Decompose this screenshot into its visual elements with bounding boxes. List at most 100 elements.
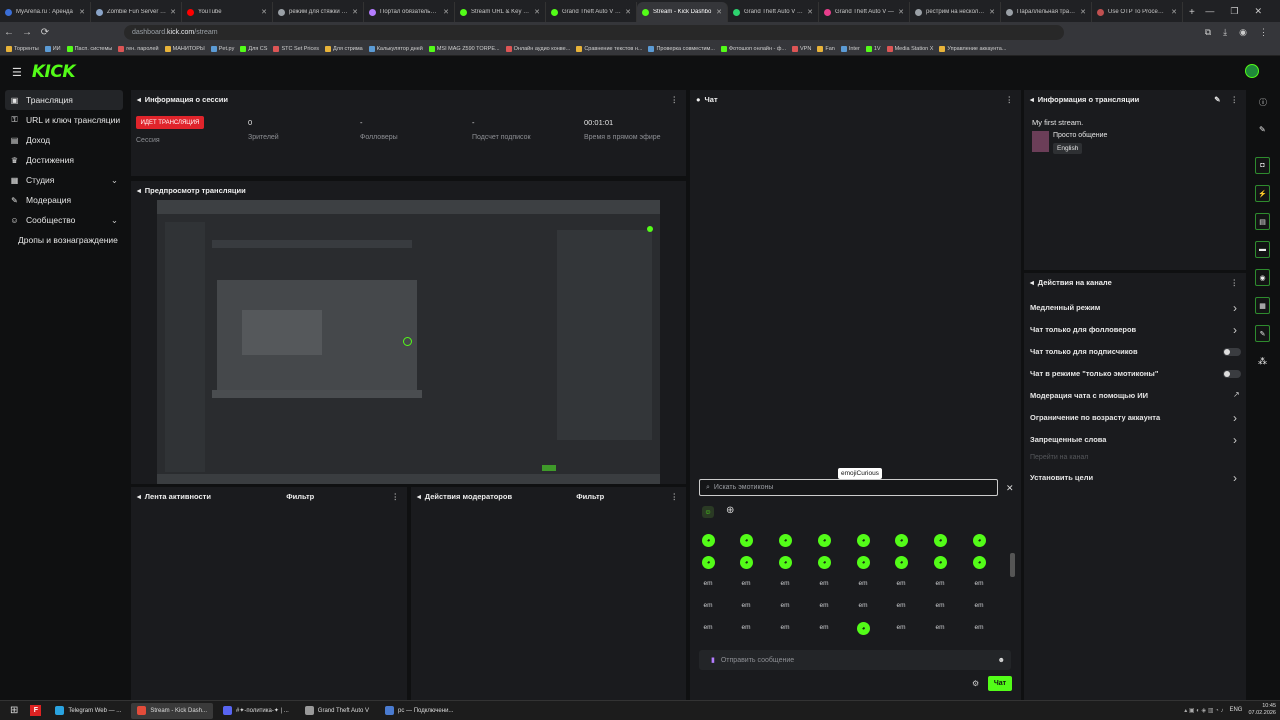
chevron-right-icon[interactable]: ›	[1233, 411, 1237, 425]
emote-icon[interactable]: ◕	[895, 534, 908, 547]
emote-placeholder[interactable]: em	[891, 580, 911, 587]
bookmark-item[interactable]: Фотошоп онлайн - ф...	[720, 45, 786, 52]
bookmark-item[interactable]: Media Station X	[886, 45, 933, 52]
browser-tab[interactable]: Grand Theft Auto V (G ✕	[546, 2, 637, 22]
emote-picker-icon[interactable]: ☻	[998, 657, 1005, 664]
kick-emotes-tab[interactable]: ☺	[702, 506, 714, 518]
more-options-icon[interactable]: ⋮	[1231, 95, 1239, 104]
sidebar-item[interactable]: ▦ Студия ⌄	[0, 170, 128, 190]
tab-close-icon[interactable]: ✕	[989, 8, 995, 16]
download-icon[interactable]: ⤓	[1223, 27, 1227, 38]
emote-placeholder[interactable]: em	[891, 602, 911, 609]
emote-placeholder[interactable]: em	[814, 602, 834, 609]
emote-icon[interactable]: ◕	[934, 556, 947, 569]
emote-placeholder[interactable]: em	[814, 580, 834, 587]
bookmark-item[interactable]: Fan	[817, 45, 835, 52]
tab-close-icon[interactable]: ✕	[716, 8, 722, 16]
chat-message-input[interactable]: ▮ Отправить сообщение ☻	[699, 650, 1011, 670]
send-chat-button[interactable]: Чат	[988, 676, 1012, 691]
info-icon[interactable]: ⓘ	[1259, 97, 1267, 108]
chevron-right-icon[interactable]: ›	[1233, 301, 1237, 315]
channel-action-label[interactable]: Чат только для фолловеров	[1030, 325, 1136, 334]
chevron-icon[interactable]: ◂	[137, 492, 141, 501]
chevron-icon[interactable]: ◂	[137, 95, 141, 104]
sidebar-item[interactable]: Дропы и вознаграждение	[0, 230, 128, 250]
emote-placeholder[interactable]: em	[775, 602, 795, 609]
emote-placeholder[interactable]: em	[853, 580, 873, 587]
tab-close-icon[interactable]: ✕	[1080, 8, 1086, 16]
stream-preview-video[interactable]	[157, 200, 660, 484]
emote-icon[interactable]: ◕	[973, 556, 986, 569]
browser-tab[interactable]: Grand Theft Auto V — ✕	[819, 2, 910, 22]
url-input[interactable]: dashboard. kick.com/stream	[124, 24, 1064, 40]
tab-close-icon[interactable]: ✕	[1171, 8, 1177, 16]
menu-icon[interactable]: ⋮	[1259, 27, 1268, 38]
avatar[interactable]	[1245, 64, 1259, 78]
extensions-icon[interactable]: ⧉	[1205, 27, 1211, 38]
emote-icon[interactable]: ◕	[779, 534, 792, 547]
sidebar-item[interactable]: ▤ Доход	[0, 130, 128, 150]
toggle-switch[interactable]	[1223, 370, 1241, 378]
bookmark-item[interactable]: Пасп. системы	[66, 45, 112, 52]
app-f-icon[interactable]: F	[30, 705, 42, 716]
more-options-icon[interactable]: ⋮	[670, 492, 678, 501]
bookmark-item[interactable]: VPN	[792, 45, 811, 52]
taskbar-app[interactable]: Grand Theft Auto V	[299, 703, 375, 719]
channel-action-label[interactable]: Медленный режим	[1030, 303, 1100, 312]
emote-icon[interactable]: ◕	[779, 556, 792, 569]
hamburger-menu-icon[interactable]: ☰	[12, 66, 22, 79]
chevron-right-icon[interactable]: ›	[1233, 323, 1237, 337]
sidebar-item[interactable]: ▣ Трансляция	[5, 90, 123, 110]
channel-action-label[interactable]: Чат в режиме "только эмотиконы"	[1030, 369, 1158, 378]
browser-tab[interactable]: Grand Theft Auto V - T ✕	[728, 2, 819, 22]
bookmark-item[interactable]: Для стрима	[325, 45, 363, 52]
tab-close-icon[interactable]: ✕	[261, 8, 267, 16]
reload-icon[interactable]: ⟳	[36, 27, 54, 38]
more-options-icon[interactable]: ⋮	[392, 492, 400, 501]
emote-placeholder[interactable]: em	[775, 580, 795, 587]
bookmark-item[interactable]: Торренты	[6, 45, 39, 52]
emote-icon[interactable]: ◕	[934, 534, 947, 547]
kick-logo[interactable]: KICK	[32, 62, 76, 82]
language-indicator[interactable]: ENG	[1229, 707, 1242, 713]
bookmark-item[interactable]: Онлайн аудио конве...	[505, 45, 570, 52]
chat-bubble-icon[interactable]: ▬	[1255, 241, 1270, 258]
lightning-icon[interactable]: ⚡	[1255, 185, 1270, 202]
forward-icon[interactable]: →	[18, 27, 36, 38]
tab-close-icon[interactable]: ✕	[443, 8, 449, 16]
chevron-icon[interactable]: ◂	[417, 492, 421, 501]
emote-icon[interactable]: ◕	[740, 534, 753, 547]
emote-search-input[interactable]: ⌕ Искать эмотиконы	[699, 479, 998, 496]
clock[interactable]: 10:45 07.02.2026	[1248, 703, 1276, 717]
close-window-icon[interactable]: ✕	[1254, 6, 1262, 17]
emote-placeholder[interactable]: em	[930, 602, 950, 609]
emote-placeholder[interactable]: em	[736, 624, 756, 631]
browser-tab[interactable]: Параллельная трансл ✕	[1001, 2, 1092, 22]
emote-placeholder[interactable]: em	[891, 624, 911, 631]
more-options-icon[interactable]: ⋮	[1231, 278, 1239, 287]
emote-placeholder[interactable]: em	[930, 580, 950, 587]
channel-action-label[interactable]: Модерация чата с помощью ИИ	[1030, 391, 1148, 400]
emote-placeholder[interactable]: em	[736, 602, 756, 609]
channel-action-label[interactable]: Установить цели	[1030, 473, 1093, 482]
chevron-icon[interactable]: ◂	[1030, 278, 1034, 287]
emote-placeholder[interactable]: em	[736, 580, 756, 587]
emote-placeholder[interactable]: em	[969, 602, 989, 609]
browser-tab[interactable]: Stream - Kick Dashbo ✕	[637, 2, 728, 22]
taskbar-app[interactable]: pc — Подключени...	[379, 703, 459, 719]
bookmark-item[interactable]: Для CS	[240, 45, 267, 52]
channel-action-label[interactable]: Чат только для подписчиков	[1030, 347, 1138, 356]
sidebar-item[interactable]: ✎ Модерация	[0, 190, 128, 210]
emote-icon[interactable]: ◕	[857, 556, 870, 569]
taskbar-app[interactable]: #✦-политика-✦ | ...	[217, 703, 295, 719]
emote-placeholder[interactable]: em	[698, 602, 718, 609]
chevron-down-icon[interactable]: ⌄	[111, 215, 118, 226]
tray-icons[interactable]: ▴ ▣ ◐ ◈ ▥ ◔ ♪	[1184, 707, 1223, 714]
tab-close-icon[interactable]: ✕	[79, 8, 85, 16]
bookmark-item[interactable]: Проверка совместим...	[648, 45, 715, 52]
new-tab-icon[interactable]: +	[1189, 7, 1195, 18]
tab-close-icon[interactable]: ✕	[625, 8, 631, 16]
user-color-icon[interactable]: ▮	[711, 656, 715, 664]
minimize-icon[interactable]: —	[1205, 6, 1214, 16]
channel-action-label[interactable]: Ограничение по возрасту аккаунта	[1030, 413, 1160, 422]
